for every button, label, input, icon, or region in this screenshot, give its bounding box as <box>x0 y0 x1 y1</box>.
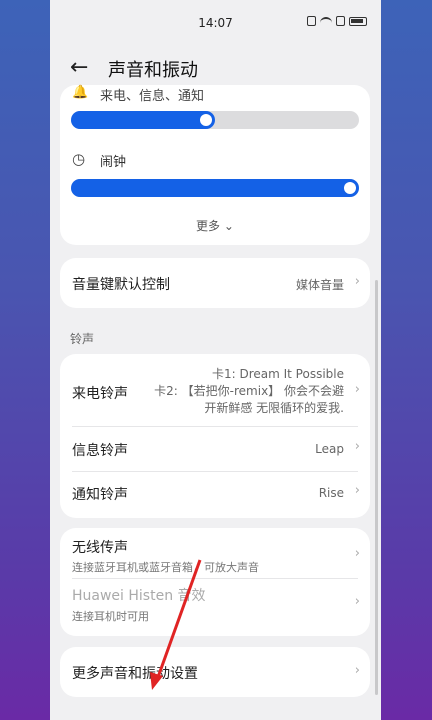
volume-key-row[interactable]: 音量键默认控制 媒体音量 › <box>60 258 370 308</box>
volume-key-value: 媒体音量 <box>295 278 344 292</box>
divider <box>72 578 358 579</box>
chevron-right-icon: › <box>354 439 360 454</box>
more-settings-row[interactable]: 更多声音和振动设置 › <box>60 647 370 697</box>
call-ringtone-value: 卡1: Dream It Possible 卡2: 【若把你-remix】 你会… <box>154 366 344 417</box>
alert-icon <box>336 16 345 26</box>
more-settings-label: 更多声音和振动设置 <box>72 666 198 682</box>
nfc-icon <box>307 16 316 26</box>
alarm-volume-thumb[interactable] <box>344 182 356 194</box>
call-volume-fill <box>71 111 215 129</box>
bell-icon: 🔔 <box>72 85 89 100</box>
battery-icon <box>349 16 367 26</box>
call-volume-label: 来电、信息、通知 <box>100 89 205 104</box>
call-ringtone-sim2: 卡2: 【若把你-remix】 你会不会避 <box>154 384 344 398</box>
volume-card: 🔔 来电、信息、通知 ◷ 闹钟 更多 ⌄ <box>60 85 370 245</box>
divider <box>72 471 358 472</box>
wireless-audio-title: 无线传声 <box>72 540 128 556</box>
chevron-right-icon: › <box>354 382 360 397</box>
scrollbar[interactable] <box>375 280 378 695</box>
ringtone-card: 来电铃声 卡1: Dream It Possible 卡2: 【若把你-remi… <box>60 354 370 518</box>
top-bar: ← 声音和振动 <box>50 46 381 90</box>
message-ringtone-label: 信息铃声 <box>72 443 128 459</box>
chevron-down-icon: ⌄ <box>223 219 234 233</box>
call-ringtone-label: 来电铃声 <box>72 386 128 402</box>
more-volume-button[interactable]: 更多 ⌄ <box>60 217 370 234</box>
call-ringtone-sim2-cont: 开新鲜感 无限循环的爱我. <box>204 401 344 415</box>
call-ringtone-sim1: 卡1: Dream It Possible <box>211 367 344 381</box>
phone-screen: 14:07 ← 声音和振动 🔔 来电、信息、通知 ◷ 闹钟 更多 ⌄ 音量键默认… <box>50 0 381 720</box>
call-volume-slider[interactable] <box>71 111 359 129</box>
more-label: 更多 <box>196 219 221 233</box>
wireless-card: 无线传声 连接蓝牙耳机或蓝牙音箱，可放大声音 › Huawei Histen 音… <box>60 528 370 636</box>
histen-subtitle: 连接耳机时可用 <box>72 610 149 623</box>
chevron-right-icon: › <box>354 546 360 561</box>
alarm-clock-icon: ◷ <box>72 150 86 168</box>
chevron-right-icon: › <box>354 274 360 289</box>
back-arrow-icon[interactable]: ← <box>70 57 92 79</box>
chevron-right-icon: › <box>354 663 360 678</box>
page-title: 声音和振动 <box>108 60 198 81</box>
wifi-icon <box>320 16 332 26</box>
message-ringtone-value: Leap <box>315 442 344 456</box>
chevron-right-icon: › <box>354 594 360 609</box>
divider <box>72 426 358 427</box>
status-time: 14:07 <box>198 16 233 30</box>
alarm-volume-fill <box>71 179 359 197</box>
histen-title: Huawei Histen 音效 <box>72 588 206 604</box>
volume-key-label: 音量键默认控制 <box>72 277 170 293</box>
chevron-right-icon: › <box>354 483 360 498</box>
call-volume-thumb[interactable] <box>200 114 212 126</box>
ringtone-section-label: 铃声 <box>70 332 95 346</box>
alarm-volume-label: 闹钟 <box>100 155 127 170</box>
notification-ringtone-value: Rise <box>318 486 344 500</box>
notification-ringtone-label: 通知铃声 <box>72 487 128 503</box>
wireless-audio-subtitle: 连接蓝牙耳机或蓝牙音箱，可放大声音 <box>72 561 259 574</box>
status-icons <box>307 16 367 26</box>
alarm-volume-slider[interactable] <box>71 179 359 197</box>
status-bar: 14:07 <box>50 0 381 46</box>
